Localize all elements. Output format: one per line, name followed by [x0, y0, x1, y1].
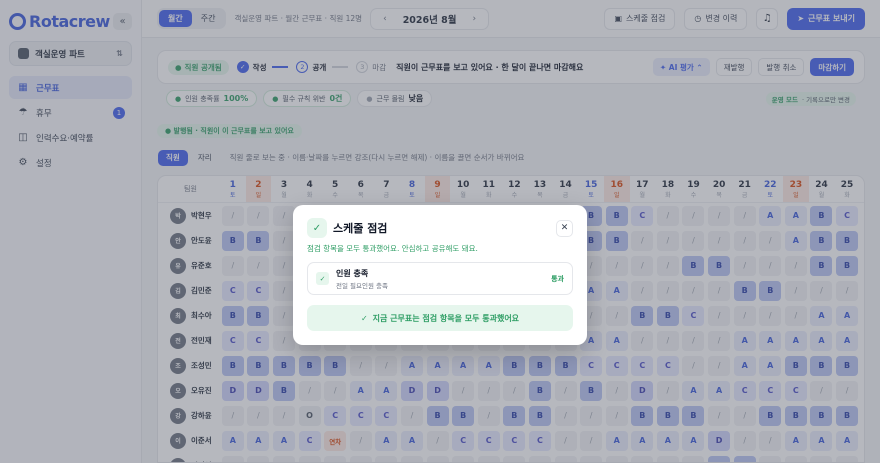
schedule-check-dialog: ✓ 스케줄 점검 ✕ 점검 항목을 모두 통과했어요. 안심하고 공유해도 돼요…	[293, 205, 587, 345]
all-passed-banner: ✓ 지금 근무표는 점검 항목을 모두 통과했어요	[307, 305, 573, 331]
dialog-title: 스케줄 점검	[333, 222, 388, 235]
check-item-title: 인원 충족	[336, 268, 369, 278]
check-icon: ✓	[316, 272, 329, 285]
dialog-subtitle: 점검 항목을 모두 통과했어요. 안심하고 공유해도 돼요.	[307, 244, 478, 253]
close-icon[interactable]: ✕	[556, 219, 573, 237]
clipboard-check-icon: ✓	[307, 218, 327, 238]
all-passed-text: 지금 근무표는 점검 항목을 모두 통과했어요	[372, 313, 520, 323]
check-item-staffing: ✓ 인원 충족 전일 필요인원 충족 통과	[307, 262, 573, 295]
check-item-result: 통과	[551, 274, 564, 283]
check-item-desc: 전일 필요인원 충족	[336, 281, 388, 290]
check-icon: ✓	[360, 313, 368, 323]
dialog-header: ✓ 스케줄 점검 ✕	[307, 218, 573, 238]
check-item-text: 인원 충족 전일 필요인원 충족	[336, 268, 388, 290]
